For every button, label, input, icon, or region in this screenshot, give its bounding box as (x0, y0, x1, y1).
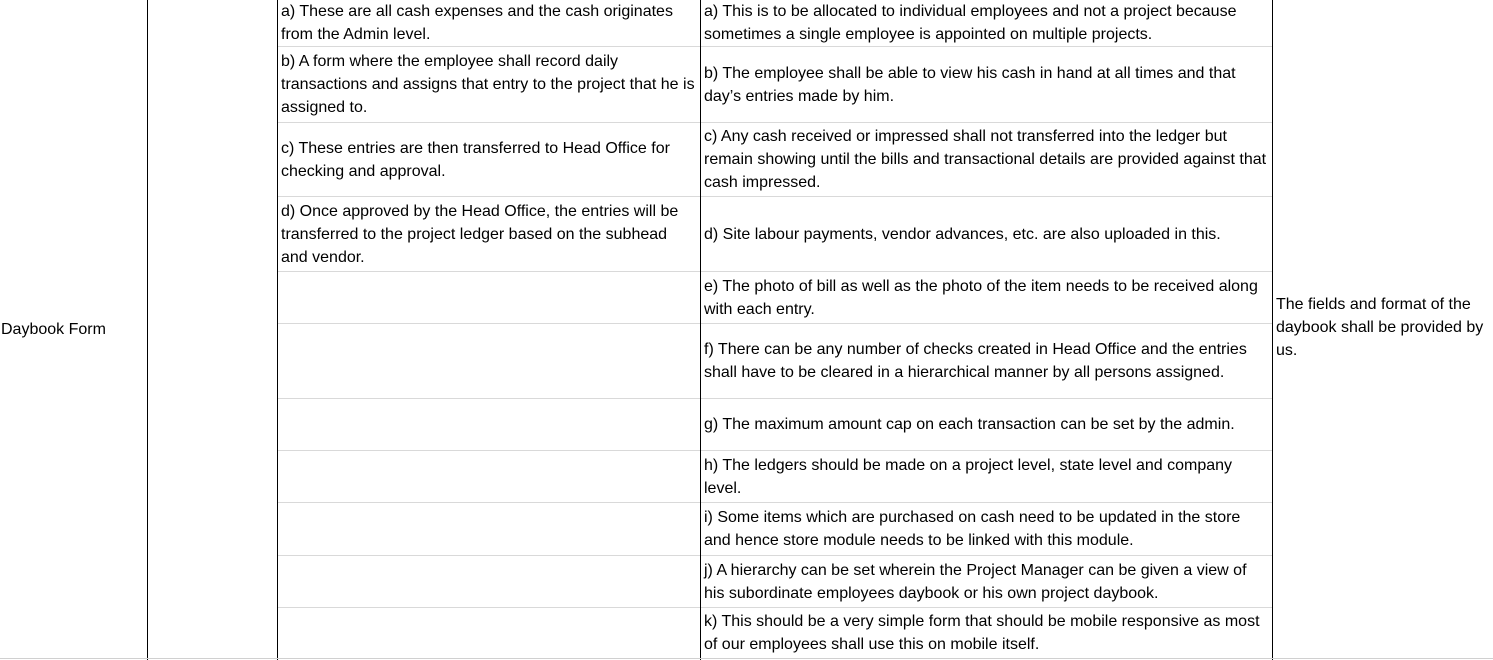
process-point-text: a) These are all cash expenses and the c… (281, 3, 673, 43)
requirement-text: k) This should be a very simple form tha… (704, 613, 1260, 653)
requirement-text: e) The photo of bill as well as the phot… (704, 277, 1258, 318)
remarks-cell[interactable]: The fields and format of the daybook sha… (1273, 293, 1491, 368)
row-border (278, 398, 700, 399)
requirement-cell[interactable]: d) Site labour payments, vendor advances… (701, 197, 1272, 271)
requirement-cell[interactable]: f) There can be any number of checks cre… (701, 324, 1272, 398)
row-border (278, 323, 700, 324)
row-border (278, 555, 700, 556)
requirement-text: c) Any cash received or impressed shall … (704, 128, 1267, 191)
requirement-cell[interactable]: b) The employee shall be able to view hi… (701, 47, 1272, 122)
row-border (278, 502, 700, 503)
requirement-cell[interactable]: c) Any cash received or impressed shall … (701, 123, 1272, 196)
requirement-text: h) The ledgers should be made on a proje… (704, 456, 1233, 497)
spreadsheet-grid: Daybook Form a) These are all cash expen… (0, 0, 1493, 660)
requirement-text: a) This is to be allocated to individual… (704, 3, 1237, 43)
row-label: Daybook Form (1, 320, 106, 338)
process-point-cell[interactable]: b) A form where the employee shall recor… (278, 47, 699, 122)
requirement-text: j) A hierarchy can be set wherein the Pr… (704, 561, 1247, 602)
column-border (147, 0, 148, 660)
row-border (278, 450, 700, 451)
process-point-cell[interactable]: c) These entries are then transferred to… (278, 123, 699, 196)
row-label-cell[interactable]: Daybook Form (0, 0, 147, 658)
requirement-text: f) There can be any number of checks cre… (704, 341, 1247, 381)
requirement-cell[interactable]: j) A hierarchy can be set wherein the Pr… (701, 556, 1272, 607)
requirement-cell[interactable]: a) This is to be allocated to individual… (701, 0, 1272, 46)
sheet-bottom-border (0, 658, 1493, 659)
process-point-text: c) These entries are then transferred to… (281, 139, 670, 180)
process-point-cell[interactable]: a) These are all cash expenses and the c… (278, 0, 699, 46)
process-point-text: d) Once approved by the Head Office, the… (281, 202, 679, 266)
requirement-cell[interactable]: h) The ledgers should be made on a proje… (701, 451, 1272, 502)
row-border (278, 607, 700, 608)
requirement-text: b) The employee shall be able to view hi… (704, 64, 1236, 105)
requirement-text: g) The maximum amount cap on each transa… (704, 416, 1235, 433)
process-point-text: b) A form where the employee shall recor… (281, 53, 695, 116)
requirement-text: i) Some items which are purchased on cas… (704, 509, 1241, 549)
requirement-cell[interactable]: e) The photo of bill as well as the phot… (701, 272, 1272, 323)
requirement-cell[interactable]: k) This should be a very simple form tha… (701, 608, 1272, 658)
process-point-cell[interactable]: d) Once approved by the Head Office, the… (278, 197, 699, 271)
requirement-cell[interactable]: g) The maximum amount cap on each transa… (701, 399, 1272, 450)
requirement-text: d) Site labour payments, vendor advances… (704, 225, 1221, 243)
remarks-text: The fields and format of the daybook sha… (1276, 296, 1484, 359)
row-border (278, 271, 700, 272)
requirement-cell[interactable]: i) Some items which are purchased on cas… (701, 503, 1272, 555)
